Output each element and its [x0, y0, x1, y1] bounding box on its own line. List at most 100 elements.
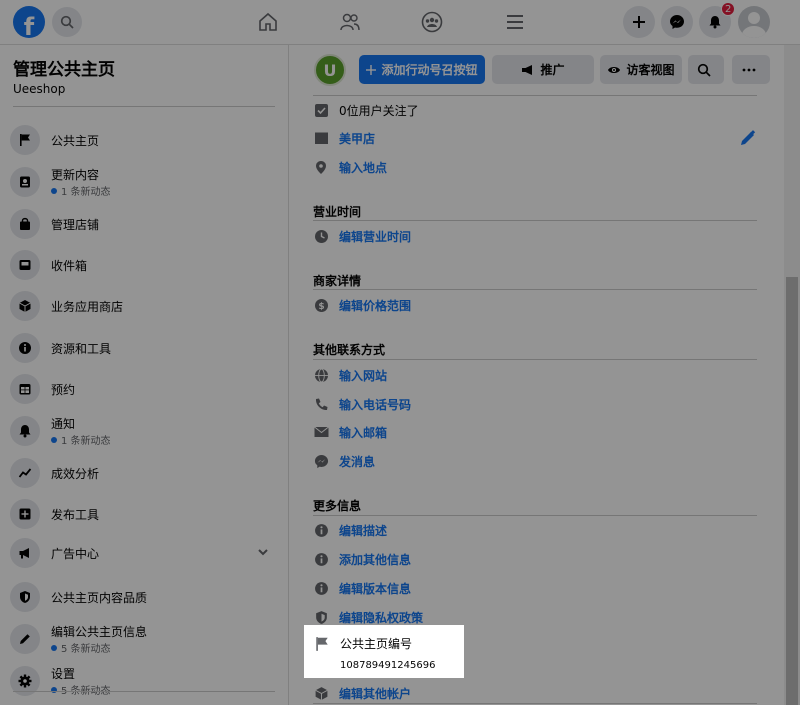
scrollbar-thumb[interactable]	[786, 277, 798, 705]
sidebar-item-shop[interactable]: 管理店铺	[10, 206, 280, 242]
inbox-icon	[20, 176, 30, 188]
price-row[interactable]: $ 编辑价格范围	[313, 295, 411, 315]
visitor-view-button[interactable]: 访客视图	[600, 55, 682, 84]
shield-icon	[315, 610, 327, 624]
sidebar-item-label: 公共主页内容品质	[51, 590, 148, 605]
sidebar-item-notifications[interactable]: 通知 1 条新动态	[10, 413, 280, 449]
phone-row[interactable]: 输入电话号码	[313, 394, 411, 414]
divider	[313, 359, 757, 360]
website-row[interactable]: 输入网站	[313, 365, 387, 385]
edit-privacy-policy-link[interactable]: 编辑隐私权政策	[339, 609, 423, 626]
menu-icon	[507, 15, 523, 29]
search-page-button[interactable]	[688, 55, 724, 84]
category-link[interactable]: 美甲店	[339, 130, 375, 147]
send-message-link[interactable]: 发消息	[339, 453, 375, 470]
sidebar-item-label: 收件箱	[51, 258, 88, 273]
flag-icon	[20, 134, 30, 146]
edit-hours-link[interactable]: 编辑营业时间	[339, 228, 411, 245]
page-action-bar: U 添加行动号召按钮 推广 访客视图	[289, 45, 784, 93]
enter-phone-link[interactable]: 输入电话号码	[339, 396, 411, 413]
sidebar-item-resources[interactable]: 资源和工具	[10, 330, 280, 366]
info-icon	[19, 342, 31, 354]
enter-email-link[interactable]: 输入邮箱	[339, 424, 387, 441]
sidebar-item-label: 成效分析	[51, 466, 100, 481]
location-pin-icon	[316, 160, 326, 174]
home-icon	[259, 12, 277, 31]
divider	[313, 515, 757, 516]
page-name[interactable]: Ueeshop	[13, 82, 65, 96]
more-options-button[interactable]	[732, 55, 770, 84]
scrollbar[interactable]	[784, 45, 800, 705]
sidebar-item-page-quality[interactable]: 公共主页内容品质	[10, 579, 280, 615]
create-button[interactable]	[623, 6, 655, 38]
email-row[interactable]: 输入邮箱	[313, 422, 387, 442]
account-avatar[interactable]	[738, 6, 770, 38]
manage-page-sidebar: 管理公共主页 Ueeshop 公共主页 更新内容 1 条新动态 管理店铺 收件箱 …	[0, 45, 289, 705]
flag-icon	[316, 636, 328, 651]
sidebar-item-page[interactable]: 公共主页	[10, 122, 280, 158]
menu-tab[interactable]	[503, 10, 527, 34]
info-icon	[314, 552, 328, 566]
sidebar-item-booking[interactable]: 预约	[10, 371, 280, 407]
add-other-info-link[interactable]: 添加其他信息	[339, 551, 411, 568]
groups-tab[interactable]	[420, 10, 444, 34]
hours-heading: 营业时间	[313, 205, 362, 219]
promote-button[interactable]: 推广	[492, 55, 594, 84]
bell-icon	[709, 16, 721, 29]
sidebar-item-updates[interactable]: 更新内容 1 条新动态	[10, 164, 280, 200]
sidebar-item-insights[interactable]: 成效分析	[10, 455, 280, 491]
new-activity-note: 1 条新动态	[51, 183, 111, 198]
sidebar-item-publishing-tools[interactable]: 发布工具	[10, 496, 280, 532]
sidebar-item-ad-center[interactable]: 广告中心	[10, 535, 280, 571]
sidebar-item-label: 更新内容	[51, 168, 100, 182]
location-link[interactable]: 输入地点	[339, 159, 387, 176]
page-avatar[interactable]: U	[314, 54, 346, 86]
sidebar-item-label: 通知	[51, 417, 76, 431]
bell-icon	[19, 425, 31, 438]
sidebar-item-app-store[interactable]: 业务应用商店	[10, 288, 280, 324]
category-row[interactable]: 美甲店	[313, 128, 375, 148]
sidebar-item-label: 预约	[51, 382, 76, 397]
more-dots-icon	[742, 68, 755, 71]
sidebar-item-label: 广告中心	[51, 546, 100, 561]
clapperboard-icon	[314, 132, 328, 144]
messenger-button[interactable]	[661, 6, 693, 38]
privacy-row[interactable]: 编辑隐私权政策	[313, 607, 423, 627]
plus-icon	[633, 16, 645, 28]
search-icon	[697, 63, 711, 77]
megaphone-icon	[19, 548, 29, 559]
search-button[interactable]	[52, 7, 82, 37]
description-row[interactable]: 编辑描述	[313, 520, 387, 540]
divider	[313, 95, 757, 96]
chevron-down-icon[interactable]	[256, 545, 270, 559]
edit-price-range-link[interactable]: 编辑价格范围	[339, 297, 411, 314]
sidebar-item-edit-page-info[interactable]: 编辑公共主页信息 5 条新动态	[10, 621, 280, 657]
sidebar-item-inbox[interactable]: 收件箱	[10, 247, 280, 283]
impressum-row[interactable]: 编辑版本信息	[313, 578, 411, 598]
friends-icon	[340, 13, 360, 31]
location-row[interactable]: 输入地点	[313, 157, 387, 177]
edit-other-accounts-link[interactable]: 编辑其他帐户	[339, 685, 411, 702]
followers-row: 0位用户关注了	[313, 100, 419, 120]
hours-row[interactable]: 编辑营业时间	[313, 226, 411, 246]
chart-icon	[18, 468, 32, 478]
pencil-icon[interactable]	[739, 129, 757, 147]
top-navigation: f 2	[0, 0, 800, 45]
add-cta-button[interactable]: 添加行动号召按钮	[359, 55, 485, 84]
friends-tab[interactable]	[338, 10, 362, 34]
message-row[interactable]: 发消息	[313, 451, 375, 471]
edit-description-link[interactable]: 编辑描述	[339, 522, 387, 539]
other-info-row[interactable]: 添加其他信息	[313, 549, 411, 569]
add-cta-label: 添加行动号召按钮	[381, 63, 478, 77]
facebook-logo[interactable]: f	[13, 6, 45, 38]
checkbox-icon	[314, 103, 328, 117]
enter-website-link[interactable]: 输入网站	[339, 367, 387, 384]
home-tab[interactable]	[256, 10, 280, 34]
sidebar-item-label: 设置	[51, 667, 76, 681]
tools-icon	[19, 508, 31, 520]
sidebar-item-settings[interactable]: 设置5 条新动态	[10, 663, 280, 699]
other-accounts-row[interactable]: 编辑其他帐户	[313, 683, 411, 703]
other-contact-heading: 其他联系方式	[313, 343, 386, 357]
new-activity-note: 1 条新动态	[51, 432, 111, 447]
edit-impressum-link[interactable]: 编辑版本信息	[339, 580, 411, 597]
